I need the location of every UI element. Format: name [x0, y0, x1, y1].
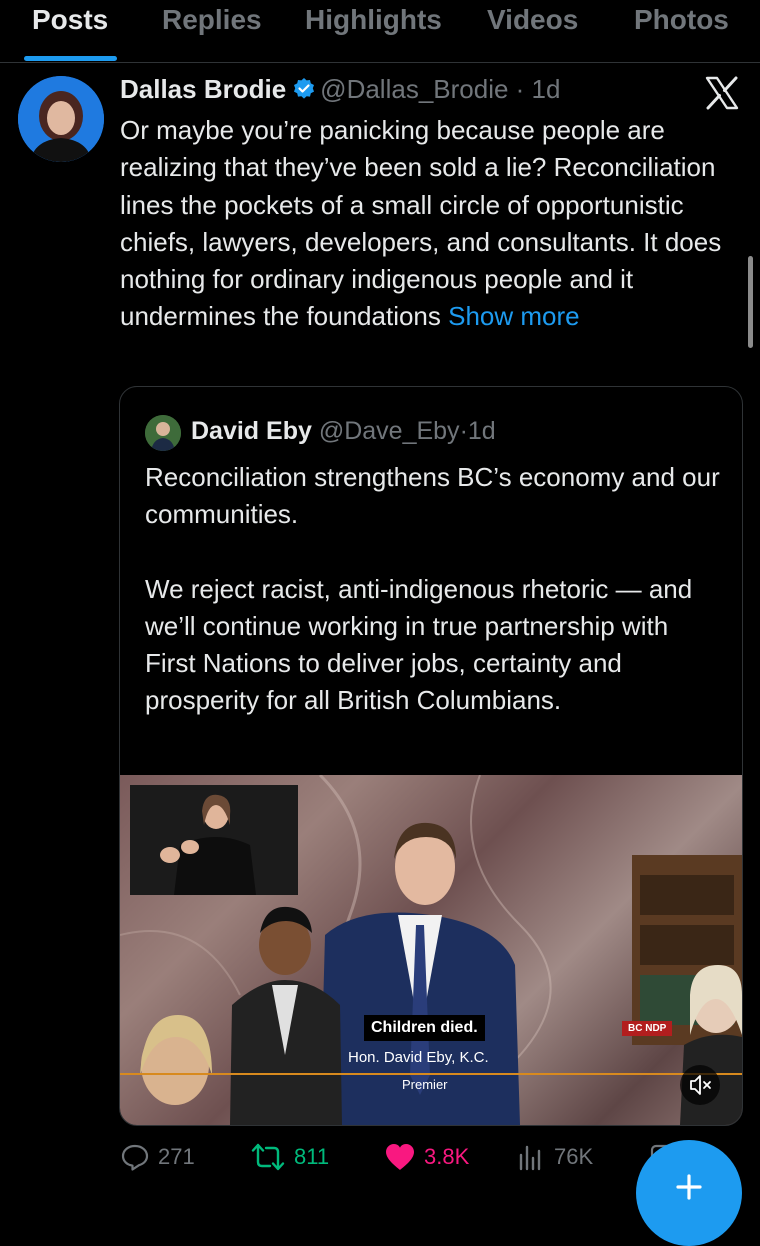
party-tag: BC NDP — [622, 1021, 673, 1036]
plus-icon — [676, 1174, 702, 1200]
repost-button[interactable]: 811 — [250, 1142, 329, 1172]
scrollbar[interactable] — [748, 256, 753, 348]
quoted-author-handle[interactable]: @Dave_Eby — [319, 417, 460, 445]
video-caption: Children died. — [364, 1015, 485, 1041]
reply-count: 271 — [158, 1144, 195, 1169]
profile-tabs: Posts Replies Highlights Videos Photos — [0, 0, 760, 61]
speaker-muted-icon — [690, 1075, 711, 1095]
post-text: Or maybe you’re panicking because people… — [120, 112, 750, 336]
separator-dot: · — [508, 74, 532, 104]
verified-badge-icon — [292, 77, 316, 108]
repost-icon — [251, 1143, 285, 1171]
lower-third-name: Hon. David Eby, K.C. — [348, 1049, 489, 1066]
quoted-header: David Eby @Dave_Eby·1d — [191, 417, 496, 446]
mute-button[interactable] — [680, 1065, 720, 1105]
repost-count: 811 — [294, 1144, 330, 1169]
tab-highlights[interactable]: Highlights — [305, 4, 442, 36]
quoted-paragraph: We reject racist, anti-indigenous rhetor… — [145, 573, 693, 716]
lower-third-line — [120, 1073, 742, 1075]
quoted-post[interactable]: David Eby @Dave_Eby·1d Reconciliation st… — [119, 386, 743, 1126]
x-logo-icon[interactable] — [704, 76, 740, 110]
author-name[interactable]: Dallas Brodie — [120, 74, 286, 104]
video-player[interactable]: BC NDP Children died. Hon. David Eby, K.… — [120, 775, 742, 1125]
post-time[interactable]: 1d — [532, 74, 561, 104]
tab-posts[interactable]: Posts — [32, 4, 108, 36]
like-count: 3.8K — [424, 1144, 470, 1169]
quoted-post-time[interactable]: 1d — [468, 417, 496, 445]
analytics-icon — [519, 1145, 541, 1171]
show-more-link[interactable]: Show more — [448, 301, 580, 331]
tab-photos[interactable]: Photos — [634, 4, 729, 36]
separator-dot: · — [459, 417, 468, 445]
tab-replies[interactable]: Replies — [162, 4, 262, 36]
quoted-text: Reconciliation strengthens BC’s economy … — [145, 459, 725, 720]
views-count: 76K — [554, 1144, 594, 1169]
sign-language-inset — [130, 785, 298, 895]
quoted-paragraph: Reconciliation strengthens BC’s economy … — [145, 462, 720, 530]
like-button[interactable]: 3.8K — [384, 1142, 469, 1172]
avatar[interactable] — [18, 76, 104, 162]
reply-icon — [121, 1144, 149, 1171]
tab-videos[interactable]: Videos — [487, 4, 578, 36]
post-header: Dallas Brodie @Dallas_Brodie · 1d — [120, 74, 560, 108]
compose-button[interactable] — [636, 1140, 742, 1246]
tabs-divider — [0, 62, 760, 63]
views-button[interactable]: 76K — [516, 1142, 593, 1172]
post-body: Or maybe you’re panicking because people… — [120, 115, 722, 332]
quoted-avatar[interactable] — [145, 415, 181, 451]
quoted-author-name[interactable]: David Eby — [191, 417, 312, 445]
author-handle[interactable]: @Dallas_Brodie — [320, 74, 508, 104]
heart-icon — [386, 1144, 414, 1170]
active-tab-indicator — [24, 56, 117, 61]
reply-button[interactable]: 271 — [120, 1142, 195, 1172]
lower-third-title: Premier — [402, 1077, 448, 1092]
